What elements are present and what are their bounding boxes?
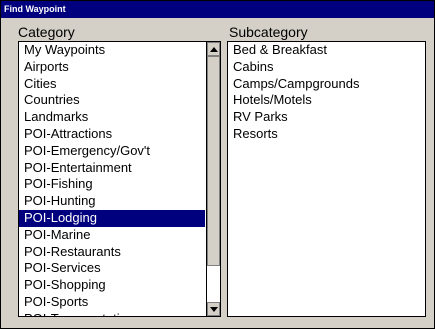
category-item[interactable]: Airports: [19, 59, 205, 76]
subcategory-items: Bed & Breakfast Cabins Camps/Campgrounds Ho…: [228, 42, 359, 143]
category-header: Category: [18, 24, 75, 40]
window-title: Find Waypoint: [1, 1, 434, 18]
scroll-thumb[interactable]: [207, 56, 220, 266]
subcategory-item[interactable]: Hotels/Motels: [228, 92, 359, 109]
subcategory-list[interactable]: Bed & Breakfast Cabins Camps/Campgrounds Ho…: [227, 41, 426, 317]
category-item[interactable]: POI-Marine: [19, 227, 205, 244]
category-item[interactable]: POI-Restaurants: [19, 244, 205, 261]
category-item[interactable]: POI-Emergency/Gov't: [19, 143, 205, 160]
category-item[interactable]: Countries: [19, 92, 205, 109]
category-list[interactable]: My Waypoints Airports Cities Countries Landm…: [18, 41, 221, 317]
category-item[interactable]: POI-Attractions: [19, 126, 205, 143]
category-item[interactable]: POI-Services: [19, 260, 205, 277]
subcategory-header: Subcategory: [229, 24, 308, 40]
category-item[interactable]: My Waypoints: [19, 42, 205, 59]
category-item[interactable]: POI-Fishing: [19, 176, 205, 193]
down-arrow-icon: [209, 306, 218, 312]
category-item[interactable]: POI-Lodging: [19, 209, 205, 227]
scroll-down-button[interactable]: [207, 302, 220, 316]
subcategory-item[interactable]: Resorts: [228, 126, 359, 143]
category-item[interactable]: Cities: [19, 76, 205, 93]
subcategory-item[interactable]: Bed & Breakfast: [228, 42, 359, 59]
subcategory-item[interactable]: Camps/Campgrounds: [228, 76, 359, 93]
category-item[interactable]: POI-Shopping: [19, 277, 205, 294]
category-item[interactable]: POI-Hunting: [19, 193, 205, 210]
subcategory-item[interactable]: Cabins: [228, 59, 359, 76]
category-item[interactable]: Landmarks: [19, 109, 205, 126]
category-item[interactable]: POI-Sports: [19, 294, 205, 311]
category-item[interactable]: POI-Entertainment: [19, 160, 205, 177]
subcategory-item[interactable]: RV Parks: [228, 109, 359, 126]
category-item[interactable]: POI-Transportation: [19, 311, 205, 316]
category-items: My Waypoints Airports Cities Countries Landm…: [19, 42, 205, 316]
scroll-up-button[interactable]: [207, 42, 220, 56]
up-arrow-icon: [209, 46, 218, 52]
find-waypoint-window: Find Waypoint Category Subcategory My Wa…: [0, 0, 435, 329]
category-scrollbar[interactable]: [206, 42, 220, 316]
